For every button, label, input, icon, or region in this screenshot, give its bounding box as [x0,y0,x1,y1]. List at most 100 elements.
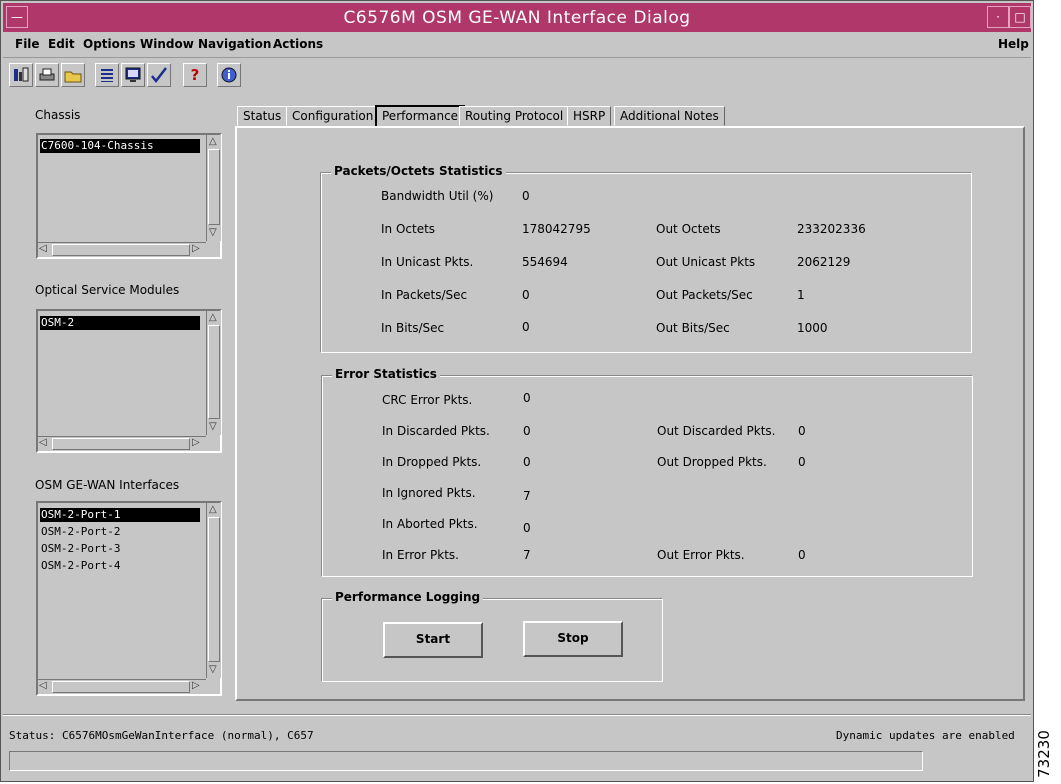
in-ignored-label: In Ignored Pkts. [382,486,476,500]
help-icon[interactable]: ? [183,63,207,87]
scroll-right-icon[interactable]: ▷ [192,437,200,449]
menu-file[interactable]: File [15,37,40,51]
osm-horizontal-scrollbar[interactable]: ◁ ▷ [38,436,206,451]
dynamic-updates-text: Dynamic updates are enabled [836,729,1015,742]
menu-actions[interactable]: Actions [273,37,323,51]
status-text: Status: C6576MOsmGeWanInterface (normal)… [9,729,314,742]
menu-window[interactable]: Window [140,37,194,51]
chassis-vertical-scrollbar[interactable]: △ ▽ [206,135,221,241]
list-item[interactable]: OSM-2-Port-4 [40,559,120,573]
menu-options[interactable]: Options [83,37,136,51]
figure-number: 73230 [1035,725,1060,783]
bandwidth-util-value: 0 [522,189,530,203]
in-discarded-value: 0 [523,424,531,438]
dialog-window: — C6576M OSM GE-WAN Interface Dialog · □… [0,0,1034,782]
scroll-right-icon[interactable]: ▷ [192,680,200,692]
scroll-thumb[interactable] [52,244,190,256]
error-group-title: Error Statistics [332,367,440,381]
in-unicast-label: In Unicast Pkts. [381,255,474,269]
scroll-down-icon[interactable]: ▽ [209,421,217,433]
chassis-horizontal-scrollbar[interactable]: ◁ ▷ [38,242,206,257]
menu-edit[interactable]: Edit [48,37,75,51]
osm-vertical-scrollbar[interactable]: △ ▽ [206,311,221,435]
tab-routing-protocol[interactable]: Routing Protocol [459,106,570,126]
tab-hsrp[interactable]: HSRP [567,106,612,126]
in-unicast-value: 554694 [522,255,568,269]
list-item[interactable]: OSM-2-Port-3 [40,542,120,556]
out-octets-value: 233202336 [797,222,866,236]
menu-navigation[interactable]: Navigation [198,37,271,51]
info-icon[interactable] [217,63,241,87]
interfaces-horizontal-scrollbar[interactable]: ◁ ▷ [38,679,206,694]
packets-group-title: Packets/Octets Statistics [331,164,506,178]
maximize-button[interactable]: □ [1009,6,1031,28]
out-error-label: Out Error Pkts. [657,548,745,562]
scroll-up-icon[interactable]: △ [209,312,217,324]
scroll-left-icon[interactable]: ◁ [39,437,47,449]
logging-group-title: Performance Logging [332,590,484,604]
interfaces-list[interactable]: OSM-2-Port-1 OSM-2-Port-2 OSM-2-Port-3 O… [36,501,222,696]
list-item[interactable]: OSM-2 [40,316,200,330]
tab-additional-notes[interactable]: Additional Notes [614,106,725,126]
menu-bar: File Edit Options Window Navigation Acti… [3,33,1031,58]
minimize-button[interactable]: · [987,6,1009,28]
scroll-right-icon[interactable]: ▷ [192,243,200,255]
scroll-left-icon[interactable]: ◁ [39,243,47,255]
start-button[interactable]: Start [383,622,483,658]
open-folder-icon[interactable] [61,63,85,87]
out-error-value: 0 [798,548,806,562]
scroll-thumb[interactable] [52,681,190,693]
out-discarded-value: 0 [798,424,806,438]
monitor-icon[interactable] [121,63,145,87]
scroll-down-icon[interactable]: ▽ [209,664,217,676]
in-packets-sec-value: 0 [522,288,530,302]
in-octets-label: In Octets [381,222,436,236]
scroll-down-icon[interactable]: ▽ [209,227,217,239]
scroll-thumb[interactable] [208,517,220,662]
tab-configuration[interactable]: Configuration [286,106,380,126]
bandwidth-util-label: Bandwidth Util (%) [381,189,494,203]
osm-label: Optical Service Modules [35,283,180,297]
list-item[interactable]: C7600-104-Chassis [40,139,200,153]
out-bits-sec-value: 1000 [797,321,828,335]
in-error-label: In Error Pkts. [382,548,459,562]
out-dropped-label: Out Dropped Pkts. [657,455,767,469]
in-aborted-value: 0 [523,521,531,535]
in-aborted-label: In Aborted Pkts. [382,517,478,531]
print-icon[interactable] [35,63,59,87]
tab-performance[interactable]: Performance [375,105,466,127]
scroll-left-icon[interactable]: ◁ [39,680,47,692]
print-preview-icon[interactable] [9,63,33,87]
scroll-thumb[interactable] [208,325,220,419]
in-bits-sec-label: In Bits/Sec [381,321,445,335]
scroll-thumb[interactable] [208,149,220,225]
list-icon[interactable] [95,63,119,87]
crc-error-value: 0 [523,391,531,405]
osm-list[interactable]: OSM-2 △ ▽ ◁ ▷ [36,309,222,453]
out-unicast-label: Out Unicast Pkts [656,255,756,269]
out-packets-sec-value: 1 [797,288,805,302]
stop-button[interactable]: Stop [523,621,623,657]
list-item[interactable]: OSM-2-Port-2 [40,525,120,539]
scroll-thumb[interactable] [52,438,190,450]
tab-status[interactable]: Status [237,106,288,126]
list-item[interactable]: OSM-2-Port-1 [40,508,200,522]
interfaces-vertical-scrollbar[interactable]: △ ▽ [206,503,221,678]
menu-help[interactable]: Help [998,37,1029,51]
window-title: C6576M OSM GE-WAN Interface Dialog [343,8,691,28]
in-discarded-label: In Discarded Pkts. [382,424,490,438]
out-octets-label: Out Octets [656,222,721,236]
scroll-up-icon[interactable]: △ [209,504,217,516]
in-error-value: 7 [523,548,531,562]
chassis-label: Chassis [35,108,81,122]
out-dropped-value: 0 [798,455,806,469]
checkmark-icon[interactable] [147,63,171,87]
chassis-list[interactable]: C7600-104-Chassis △ ▽ ◁ ▷ [36,133,222,259]
title-bar[interactable]: — C6576M OSM GE-WAN Interface Dialog · □ [3,3,1031,32]
scroll-up-icon[interactable]: △ [209,136,217,148]
out-unicast-value: 2062129 [797,255,851,269]
status-field [9,751,923,771]
interfaces-label: OSM GE-WAN Interfaces [35,478,180,492]
out-bits-sec-label: Out Bits/Sec [656,321,730,335]
status-separator [3,714,1031,716]
